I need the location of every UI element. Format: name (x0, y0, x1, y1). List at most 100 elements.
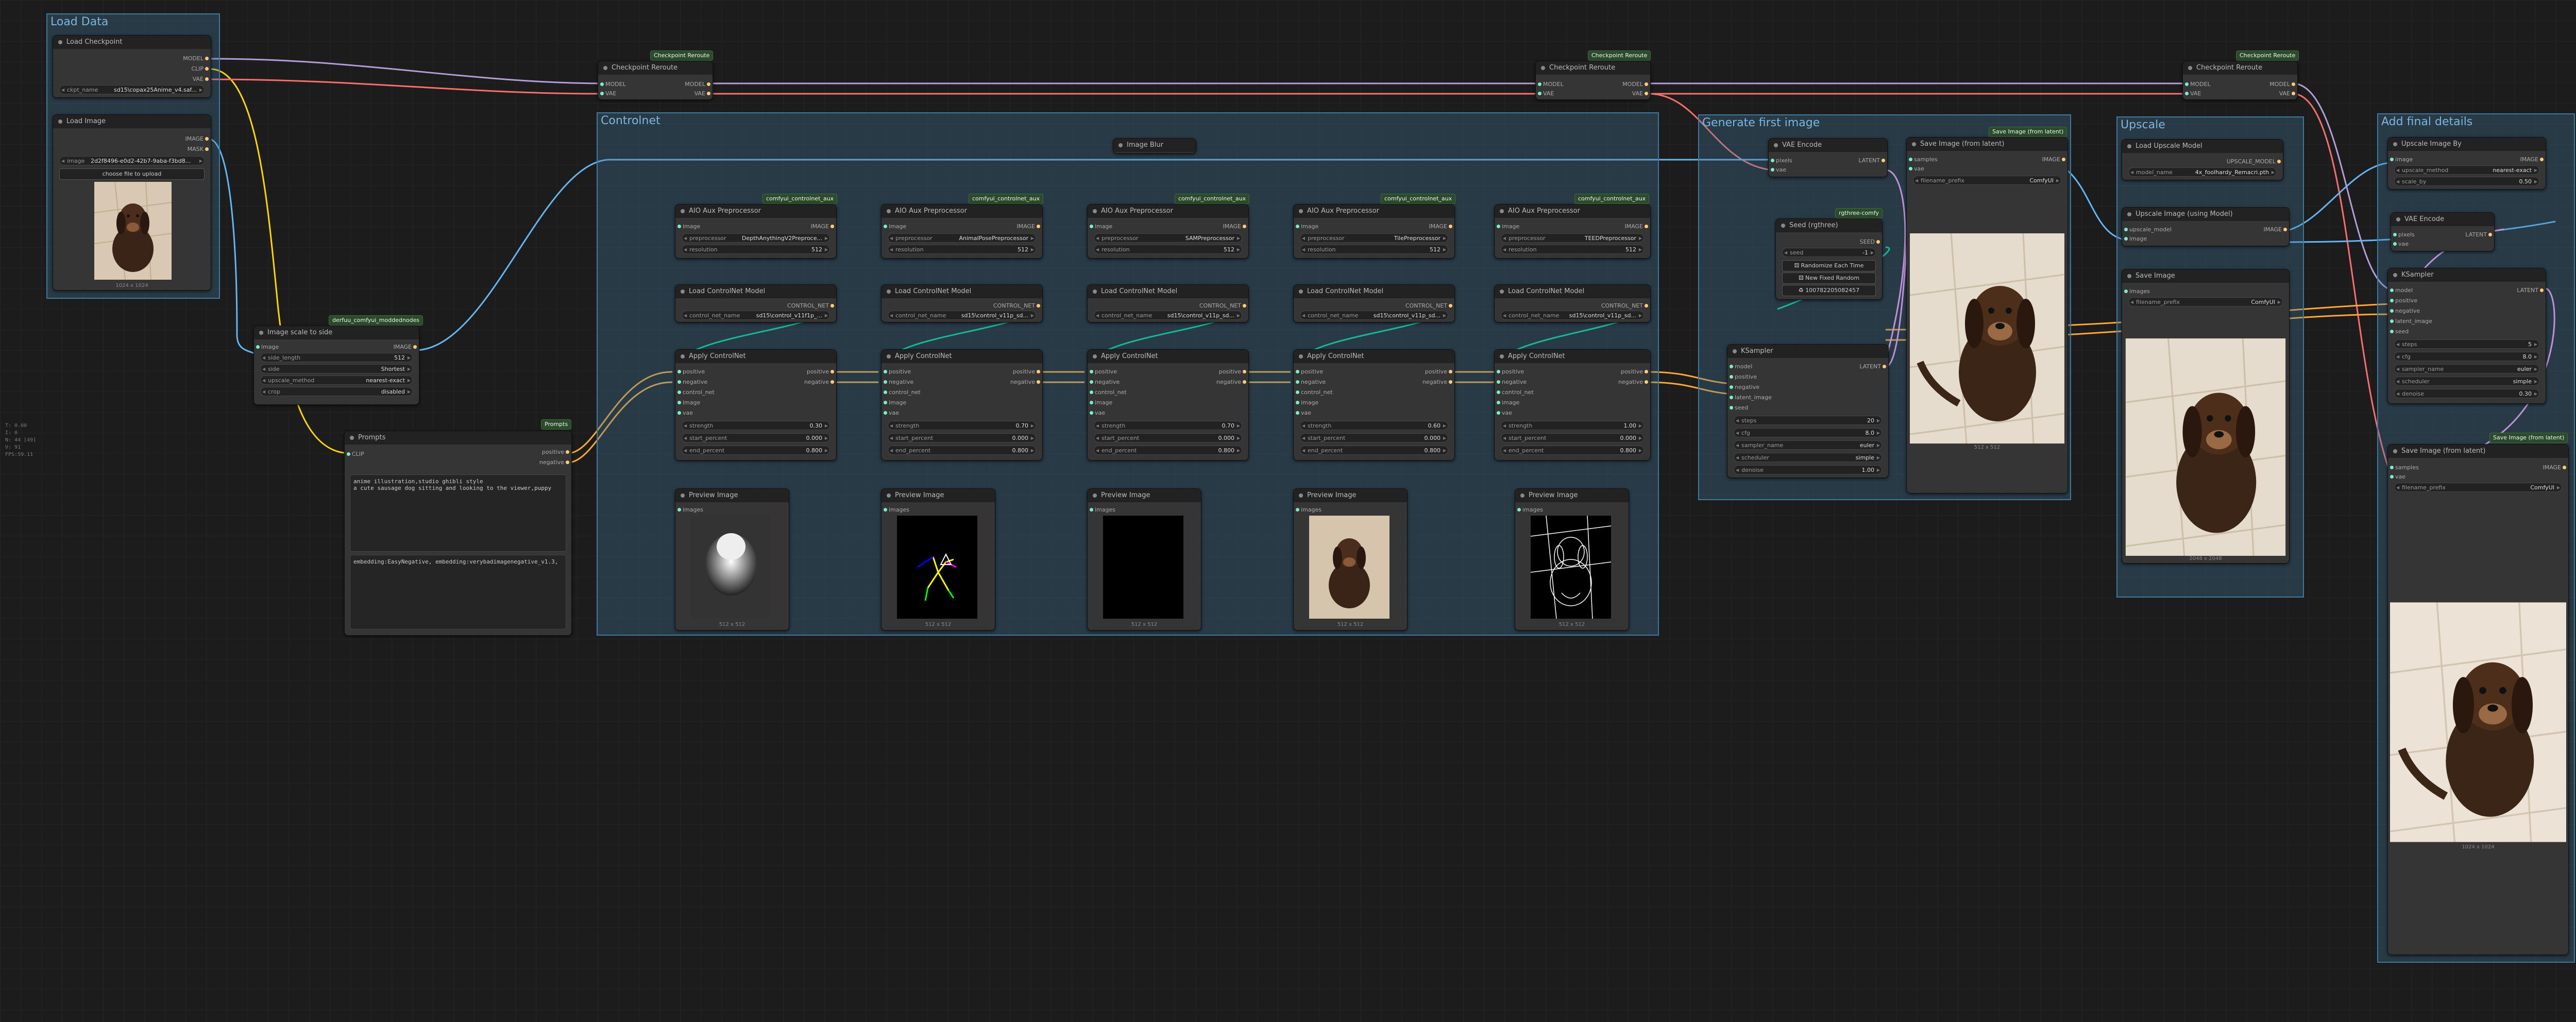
filename-prefix-field[interactable]: filename_prefix ComfyUI (1913, 176, 2061, 185)
denoise-widget[interactable]: denoise 0.30 (2394, 389, 2539, 398)
randomize-each-time-button[interactable]: ⚄ Randomize Each Time (1782, 260, 1876, 271)
start-percent-widget[interactable]: start_percent 0.000 (1300, 433, 1448, 442)
input-control-net[interactable]: control_net (677, 389, 715, 396)
input-vae[interactable]: vae (1295, 410, 1311, 416)
output-image[interactable]: IMAGE (810, 223, 834, 230)
output-model[interactable]: MODEL (183, 55, 209, 62)
node-ksampler-1[interactable]: KSampler model positive negative latent_… (1727, 344, 1889, 478)
input-image[interactable]: image (1089, 223, 1112, 230)
output-image[interactable]: IMAGE (185, 135, 209, 142)
input-positive[interactable]: positive (1089, 368, 1117, 375)
node-upscale-image-by[interactable]: Upscale Image By image IMAGE upscale_met… (2387, 137, 2546, 190)
node-preview-image[interactable]: Preview Image images 512 x 512 (1515, 488, 1629, 631)
last-seed-button[interactable]: ♻ 100782205082457 (1782, 285, 1876, 296)
end-percent-widget[interactable]: end_percent 0.800 (682, 446, 830, 455)
input-control-net[interactable]: control_net (1090, 389, 1127, 396)
output-negative[interactable]: negative (1216, 379, 1247, 385)
input-image[interactable]: image (677, 399, 700, 406)
resolution-widget[interactable]: resolution 512 (1501, 245, 1644, 254)
filename-prefix-field[interactable]: filename_prefix ComfyUI (2394, 483, 2562, 492)
scale-by-widget[interactable]: scale_by 0.50 (2394, 177, 2539, 186)
input-image[interactable]: image (1295, 399, 1318, 406)
input-control-net[interactable]: control_net (1497, 389, 1534, 396)
control-net-name-combo[interactable]: control_net_name sd15\control_v11f1p_... (682, 311, 830, 320)
output-upscale-model[interactable]: UPSCALE_MODEL (2227, 158, 2281, 165)
start-percent-widget[interactable]: start_percent 0.000 (682, 433, 830, 442)
input-images[interactable]: images (884, 506, 909, 513)
input-vae[interactable]: VAE (600, 90, 616, 97)
node-load-controlnet-model[interactable]: Load ControlNet Model CONTROL_NET contro… (1494, 284, 1651, 322)
input-vae[interactable]: vae (883, 410, 899, 416)
input-control-net[interactable]: control_net (884, 389, 921, 396)
output-negative[interactable]: negative (804, 379, 835, 385)
input-vae[interactable]: vae (1496, 410, 1512, 416)
output-control-net[interactable]: CONTROL_NET (787, 302, 835, 309)
input-negative[interactable]: negative (1496, 379, 1527, 385)
input-negative[interactable]: negative (883, 379, 913, 385)
output-image[interactable]: IMAGE (2042, 156, 2065, 163)
node-aio-aux-preprocessor[interactable]: AIO Aux Preprocessor image IMAGE preproc… (881, 204, 1043, 259)
resolution-widget[interactable]: resolution 512 (682, 245, 830, 254)
strength-widget[interactable]: strength 1.00 (1501, 421, 1644, 430)
node-vae-encode-2[interactable]: VAE Encode pixels vae LATENT (2391, 212, 2495, 251)
start-percent-widget[interactable]: start_percent 0.000 (1094, 433, 1242, 442)
output-positive[interactable]: positive (1013, 368, 1041, 375)
ckpt-name-combo[interactable]: ckpt_name sd15\copax25Anime_v4.saf... (59, 85, 205, 94)
output-image[interactable]: IMAGE (1016, 223, 1040, 230)
output-image[interactable]: IMAGE (2520, 156, 2544, 163)
upload-button[interactable]: choose file to upload (59, 168, 205, 180)
node-preview-image[interactable]: Preview Image images 512 x 512 (675, 488, 789, 631)
node-load-controlnet-model[interactable]: Load ControlNet Model CONTROL_NET contro… (1087, 284, 1249, 322)
scheduler-widget[interactable]: scheduler simple (1734, 453, 1882, 462)
control-net-name-combo[interactable]: control_net_name sd15\control_v11p_sd... (1501, 311, 1644, 320)
node-ksampler-2[interactable]: KSampler model positive negative latent_… (2387, 268, 2546, 404)
input-image[interactable]: image (1089, 399, 1112, 406)
node-save-image-from-latent-1[interactable]: Save Image (from latent) samples vae IMA… (1906, 137, 2068, 493)
output-latent[interactable]: LATENT (2517, 287, 2544, 294)
node-aio-aux-preprocessor[interactable]: AIO Aux Preprocessor image IMAGE preproc… (1293, 204, 1455, 259)
sampler-name-widget[interactable]: sampler_name euler (1734, 440, 1882, 450)
output-negative[interactable]: negative (1010, 379, 1041, 385)
output-negative[interactable]: negative (1422, 379, 1453, 385)
cfg-widget[interactable]: cfg 8.0 (1734, 428, 1882, 437)
input-latent-image[interactable]: latent_image (2390, 318, 2432, 325)
input-model[interactable]: MODEL (1538, 81, 1564, 88)
node-checkpoint-reroute-1[interactable]: Checkpoint Reroute MODEL VAE MODEL VAE (598, 61, 713, 100)
scheduler-widget[interactable]: scheduler simple (2394, 377, 2539, 386)
input-positive[interactable]: positive (1729, 373, 1757, 380)
input-image[interactable]: image (883, 223, 906, 230)
crop-widget[interactable]: crop disabled (260, 387, 413, 396)
input-latent-image[interactable]: latent_image (1730, 394, 1772, 401)
strength-widget[interactable]: strength 0.60 (1300, 421, 1448, 430)
control-net-name-combo[interactable]: control_net_name sd15\control_v11p_sd... (888, 311, 1036, 320)
output-positive[interactable]: positive (542, 449, 570, 455)
output-control-net[interactable]: CONTROL_NET (1199, 302, 1247, 309)
input-images[interactable]: images (1090, 506, 1115, 513)
preprocessor-combo[interactable]: preprocessor TEEDPreprocessor (1501, 233, 1644, 243)
node-save-image[interactable]: Save Image images filename_prefix ComfyUI… (2122, 269, 2290, 564)
node-prompts[interactable]: Prompts CLIP positive negative anime ill… (344, 431, 572, 636)
input-image[interactable]: image (1496, 399, 1519, 406)
node-load-controlnet-model[interactable]: Load ControlNet Model CONTROL_NET contro… (675, 284, 837, 322)
output-vae[interactable]: VAE (1632, 90, 1649, 97)
input-image[interactable]: image (2124, 235, 2147, 242)
input-positive[interactable]: positive (677, 368, 705, 375)
input-image[interactable]: image (677, 223, 700, 230)
model-name-combo[interactable]: model_name 4x_foolhardy_Remacri.pth (2128, 167, 2277, 177)
input-pixels[interactable]: pixels (2393, 231, 2415, 238)
input-seed[interactable]: seed (2389, 328, 2409, 335)
end-percent-widget[interactable]: end_percent 0.800 (1501, 446, 1644, 455)
input-seed[interactable]: seed (1729, 404, 1748, 411)
node-apply-controlnet[interactable]: Apply ControlNet positive negative contr… (675, 349, 837, 461)
strength-widget[interactable]: strength 0.70 (1094, 421, 1242, 430)
input-image[interactable]: image (256, 344, 279, 350)
resolution-widget[interactable]: resolution 512 (1094, 245, 1242, 254)
node-preview-image[interactable]: Preview Image images 512 x 512 (881, 488, 995, 631)
output-latent[interactable]: LATENT (2465, 231, 2492, 238)
node-save-image-from-latent-2[interactable]: Save Image (from latent) samples vae IMA… (2387, 444, 2569, 955)
input-image[interactable]: image (2389, 156, 2413, 163)
positive-prompt-textarea[interactable]: anime illustration,studio ghibli style a… (350, 474, 566, 552)
node-image-blur[interactable]: Image Blur (1113, 138, 1196, 154)
sampler-name-widget[interactable]: sampler_name euler (2394, 364, 2539, 373)
output-model[interactable]: MODEL (2269, 81, 2295, 88)
